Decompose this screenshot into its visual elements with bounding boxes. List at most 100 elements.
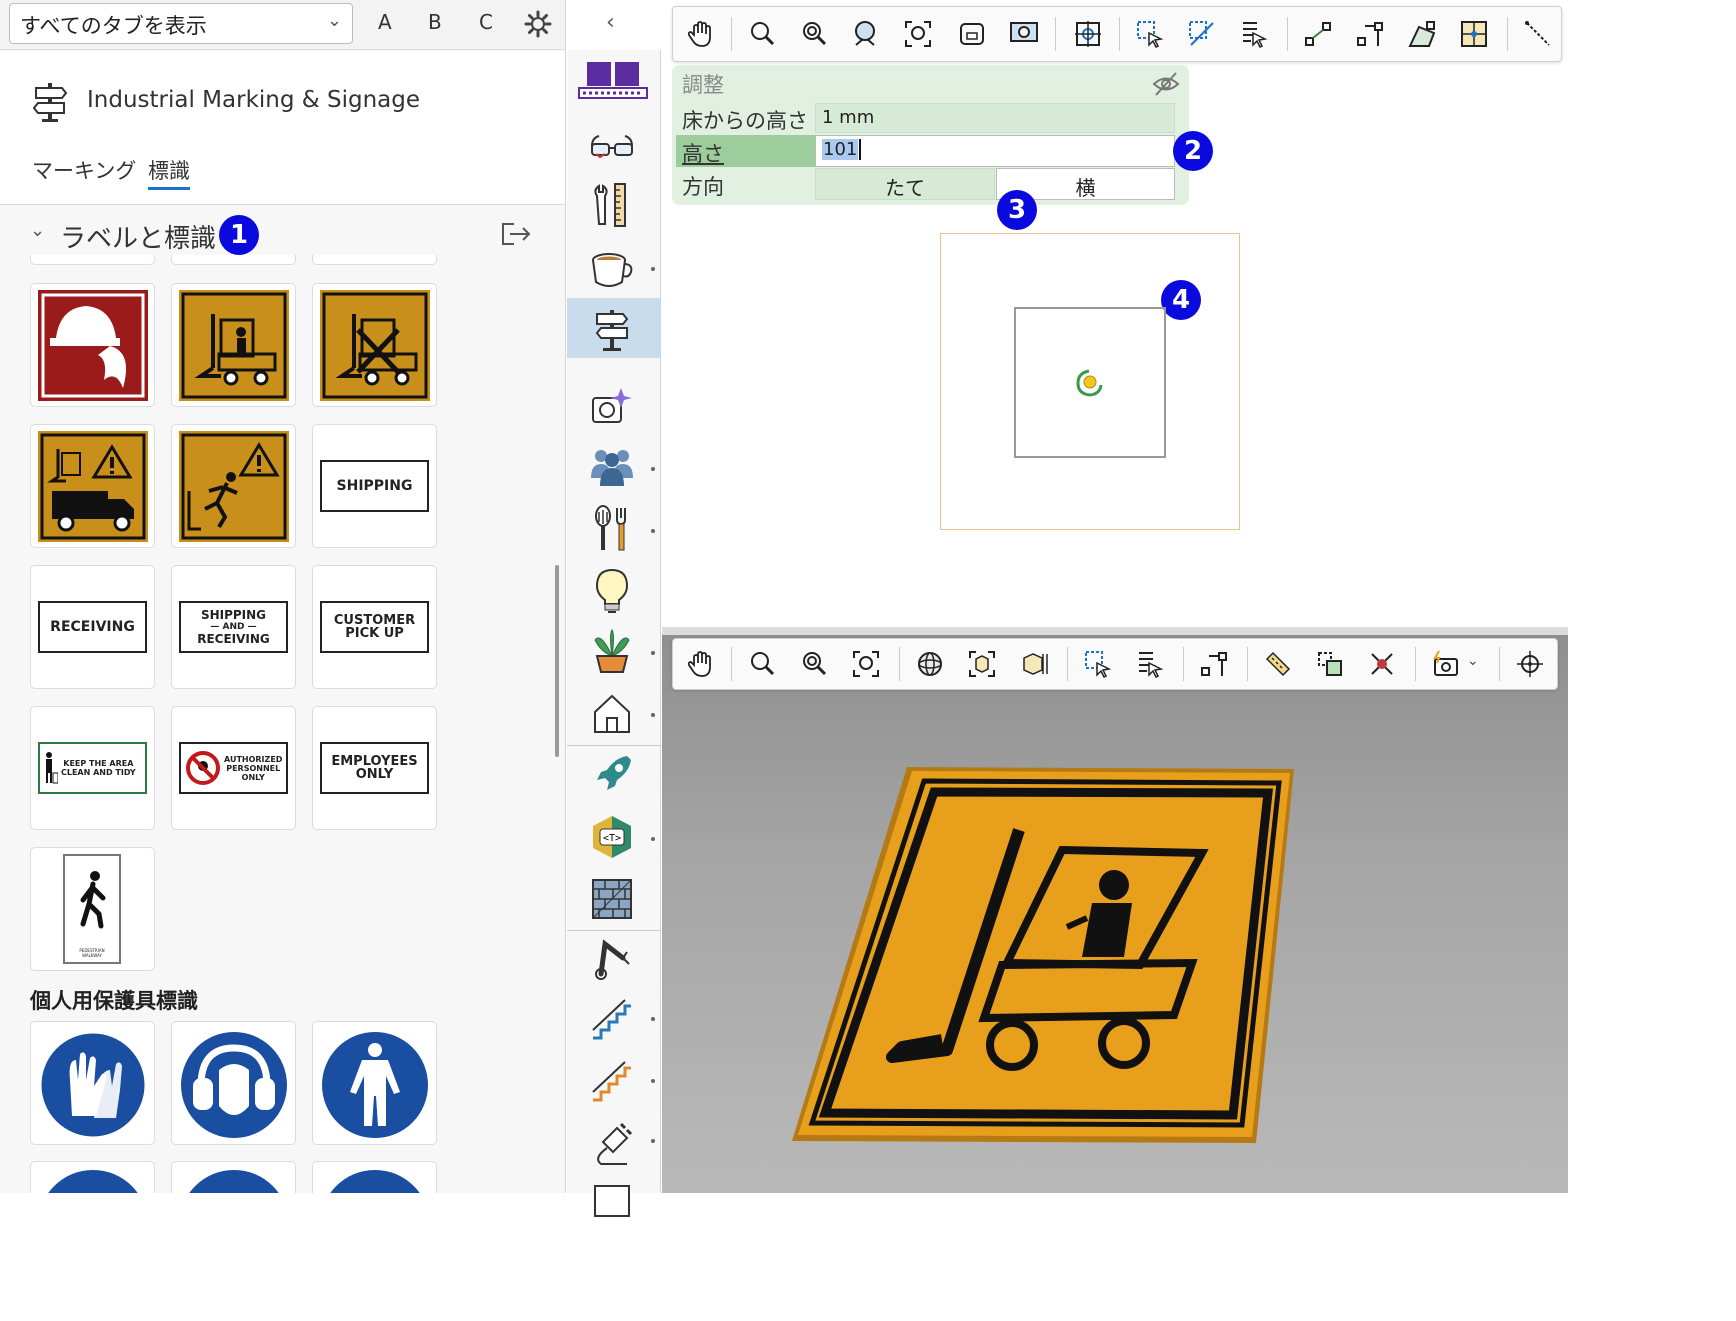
- code-module-icon[interactable]: <T>: [587, 812, 637, 862]
- zoom-out-icon[interactable]: [851, 19, 881, 49]
- sign-tile-keep-area-clean[interactable]: KEEP THE AREA CLEAN AND TIDY: [30, 706, 155, 830]
- zoom-window-icon[interactable]: [1009, 19, 1039, 49]
- tab-marking[interactable]: マーキング: [32, 155, 136, 185]
- orbit-icon[interactable]: [915, 649, 945, 679]
- cup-icon[interactable]: [587, 242, 637, 292]
- chevron-down-icon[interactable]: ⌄: [1467, 653, 1479, 669]
- export-icon[interactable]: [500, 221, 532, 247]
- snap-edge-icon[interactable]: [1407, 19, 1437, 49]
- shipping-sign: SHIPPING: [320, 460, 429, 512]
- sign-tile-fall-warning[interactable]: [171, 424, 296, 548]
- zoom-in-icon[interactable]: [799, 649, 829, 679]
- plant-icon[interactable]: [587, 626, 637, 676]
- zoom-icon[interactable]: [747, 19, 777, 49]
- tools-icon[interactable]: [587, 180, 637, 230]
- select-list-icon[interactable]: [1239, 19, 1269, 49]
- chevron-down-icon[interactable]: ⌄: [30, 220, 45, 241]
- glasses-icon[interactable]: [587, 120, 637, 170]
- rocket-icon[interactable]: [587, 750, 637, 800]
- center-target-icon[interactable]: [1073, 19, 1103, 49]
- plug-icon[interactable]: [587, 1118, 637, 1168]
- sign-tile-partial[interactable]: [171, 1161, 296, 1193]
- letter-button-c[interactable]: C: [479, 10, 493, 34]
- snap-points-icon[interactable]: [1303, 19, 1333, 49]
- letter-button-b[interactable]: B: [428, 10, 442, 34]
- rack-icon[interactable]: [587, 1176, 637, 1226]
- zoom-icon[interactable]: [747, 649, 777, 679]
- origin-marker-icon[interactable]: [1073, 367, 1107, 399]
- sign-text: KEEP THE AREA: [63, 759, 134, 768]
- library-topbar: すべてのタブを表示 ⌄ A B C: [0, 0, 565, 50]
- fit-3d-icon[interactable]: [967, 649, 997, 679]
- people-icon[interactable]: [587, 442, 637, 492]
- sign-tile-authorized-only[interactable]: AUTHORIZED PERSONNEL ONLY: [171, 706, 296, 830]
- sign-tile-fire-helmet[interactable]: [30, 283, 155, 407]
- toolbar-separator: [1067, 647, 1068, 681]
- hide-eye-icon[interactable]: [1152, 71, 1180, 97]
- tab-filter-select[interactable]: すべてのタブを表示 ⌄: [9, 3, 353, 44]
- measure-line-icon[interactable]: [1523, 19, 1553, 49]
- conveyor-library-icon[interactable]: [577, 58, 649, 104]
- ppe-sign-icon: [179, 1170, 289, 1193]
- sign-tile-forklift[interactable]: [171, 283, 296, 407]
- sign-tile-forklift-truck-warning[interactable]: [30, 424, 155, 548]
- select-list-icon[interactable]: [1135, 649, 1165, 679]
- direction-vertical-button[interactable]: たて: [815, 168, 995, 200]
- stairs-orange-icon[interactable]: [587, 1058, 637, 1108]
- zoom-selection-icon[interactable]: [957, 19, 987, 49]
- floor-height-field[interactable]: 1 mm: [815, 103, 1175, 133]
- sign-text: PERSONNEL: [226, 763, 281, 773]
- delete-point-icon[interactable]: [1367, 649, 1397, 679]
- brick-wall-icon[interactable]: [587, 874, 637, 924]
- view-splitter[interactable]: [662, 627, 1568, 635]
- tab-signs[interactable]: 標識: [148, 155, 190, 190]
- camera-sparkle-icon[interactable]: [587, 380, 637, 430]
- paste-object-icon[interactable]: [1315, 649, 1345, 679]
- zoom-in-icon[interactable]: [799, 19, 829, 49]
- zoom-fit-icon[interactable]: [903, 19, 933, 49]
- sign-tile-customer-pickup[interactable]: CUSTOMER PICK UP: [312, 565, 437, 689]
- sign-tile-shipping-and-receiving[interactable]: SHIPPING — AND — RECEIVING: [171, 565, 296, 689]
- pan-hand-icon[interactable]: [685, 649, 715, 679]
- sign-tile-gloves[interactable]: [30, 1021, 155, 1145]
- center-target-icon[interactable]: [1515, 649, 1545, 679]
- signpost-icon[interactable]: [587, 304, 637, 354]
- sign-tile-partial[interactable]: [312, 1161, 437, 1193]
- sign-text: RECEIVING: [50, 618, 135, 635]
- camera-flash-icon[interactable]: [1431, 649, 1461, 679]
- sign-text: PICK UP: [345, 626, 404, 641]
- light-bulb-icon[interactable]: [587, 566, 637, 616]
- pan-hand-icon[interactable]: [685, 19, 715, 49]
- sign-tile-partial[interactable]: [30, 1161, 155, 1193]
- robot-arm-icon[interactable]: [587, 934, 637, 984]
- sign-tile-shipping[interactable]: SHIPPING: [312, 424, 437, 548]
- house-icon[interactable]: [587, 688, 637, 738]
- sign-tile-pedestrian-walkway[interactable]: PEDESTRIAN WALKWAY: [30, 847, 155, 971]
- collapse-chevron-icon[interactable]: ‹: [606, 10, 615, 35]
- deselect-icon[interactable]: [1187, 19, 1217, 49]
- sign-tile-receiving[interactable]: RECEIVING: [30, 565, 155, 689]
- gear-icon[interactable]: [523, 9, 553, 39]
- sign-tile-no-forklift[interactable]: [312, 283, 437, 407]
- select-icon[interactable]: [1135, 19, 1165, 49]
- sign-tile-ear-protection[interactable]: [171, 1021, 296, 1145]
- library-scrollbar[interactable]: [555, 565, 559, 757]
- category-row[interactable]: ⌄ ラベルと標識 1: [0, 206, 565, 262]
- callout-badge-1: 1: [219, 215, 259, 255]
- view-3d[interactable]: [662, 635, 1568, 1193]
- sign-tile-protective-clothing[interactable]: [312, 1021, 437, 1145]
- kitchen-utensils-icon[interactable]: [587, 504, 637, 554]
- stairs-icon[interactable]: [587, 996, 637, 1046]
- snap-grid-icon[interactable]: [1459, 19, 1489, 49]
- sign-tile-employees-only[interactable]: EMPLOYEES ONLY: [312, 706, 437, 830]
- snap-line-icon[interactable]: [1199, 649, 1229, 679]
- zoom-fit-icon[interactable]: [851, 649, 881, 679]
- more-dot: [651, 1017, 655, 1021]
- letter-button-a[interactable]: A: [378, 10, 392, 34]
- snap-line-icon[interactable]: [1355, 19, 1385, 49]
- height-input[interactable]: 101: [815, 135, 1175, 167]
- toolbar-separator: [1119, 17, 1120, 51]
- select-icon[interactable]: [1083, 649, 1113, 679]
- box-view-icon[interactable]: [1019, 649, 1049, 679]
- ruler-icon[interactable]: [1263, 649, 1293, 679]
